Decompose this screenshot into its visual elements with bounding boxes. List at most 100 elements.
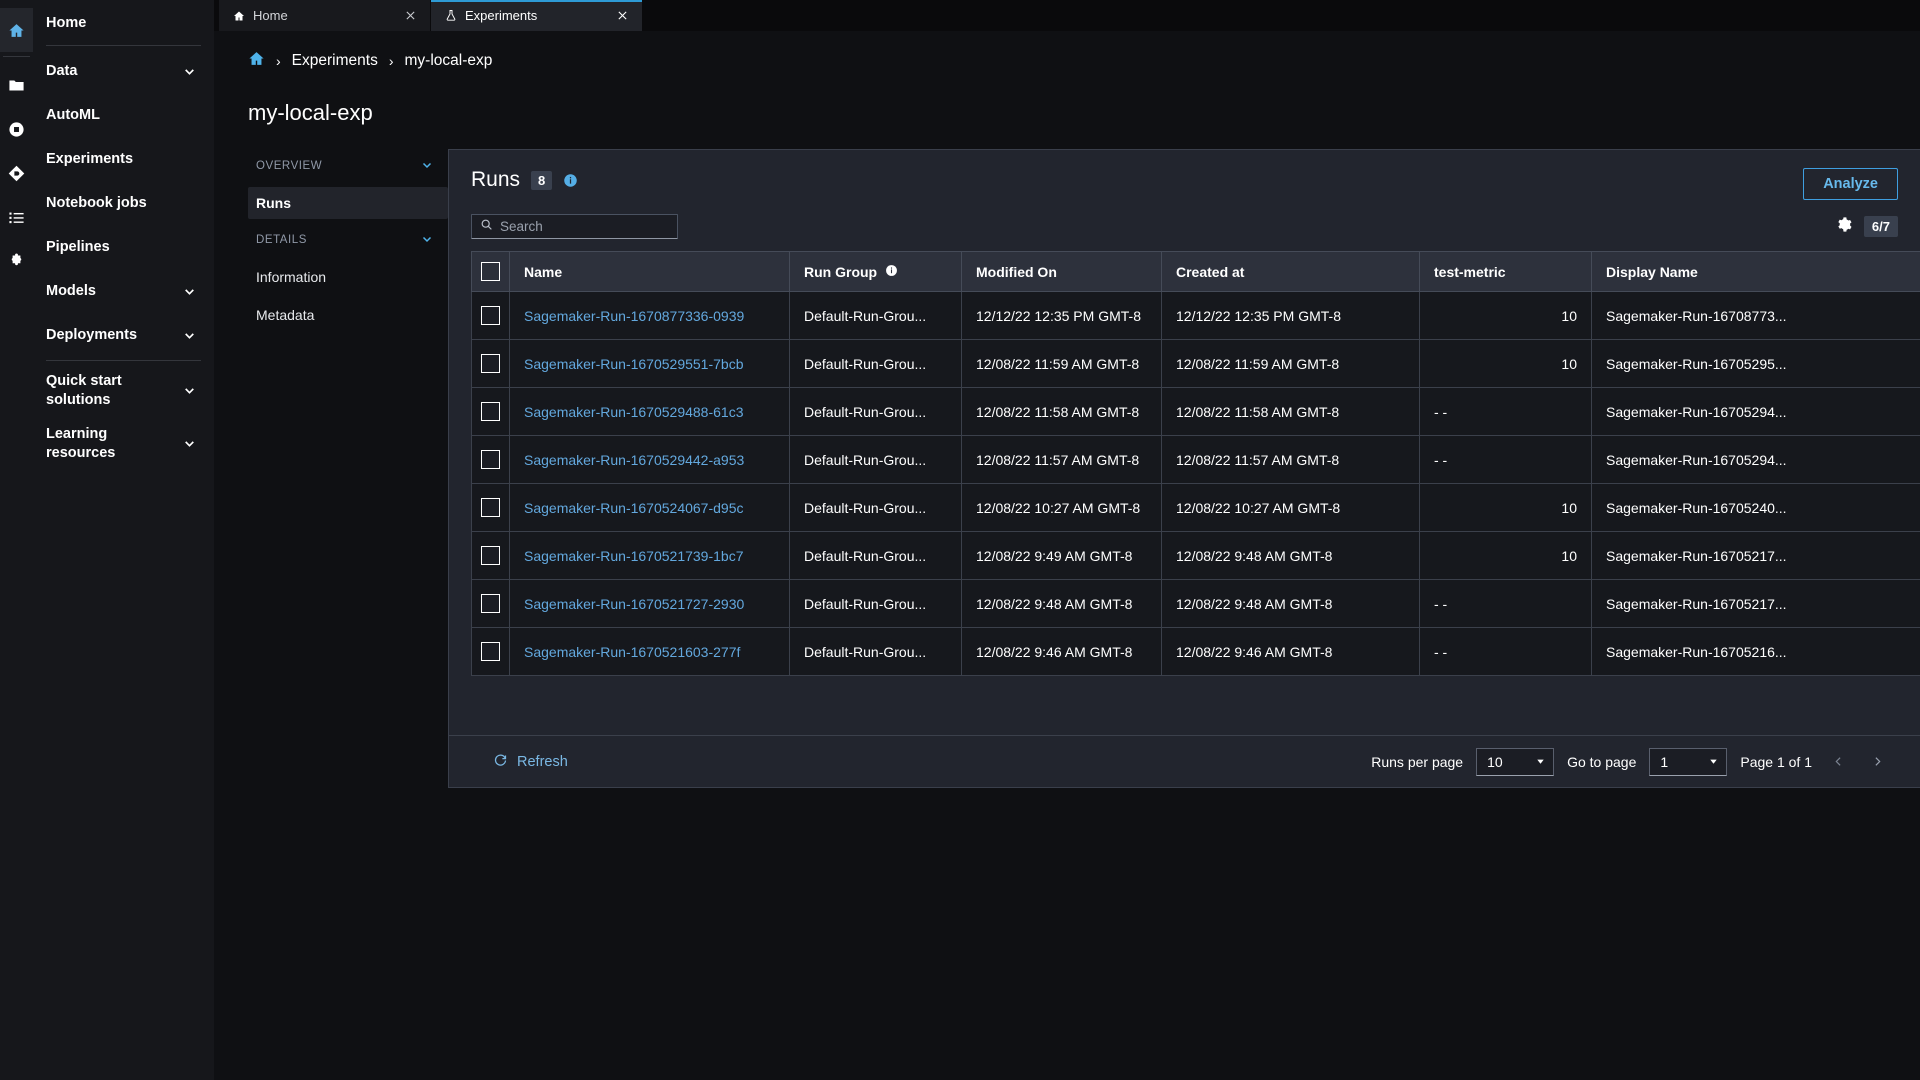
- subnav-section-label: DETAILS: [256, 234, 307, 246]
- row-checkbox[interactable]: [481, 402, 500, 421]
- sidebar-item-automl[interactable]: AutoML: [33, 93, 214, 137]
- table-row: Sagemaker-Run-1670529551-7bcb Default-Run…: [471, 339, 1920, 388]
- column-label: Modified On: [976, 263, 1057, 280]
- run-name-link[interactable]: Sagemaker-Run-1670524067-d95c: [524, 500, 743, 516]
- tab-label: Home: [253, 8, 288, 23]
- column-header-test-metric[interactable]: test-metric: [1419, 251, 1592, 292]
- next-page-button[interactable]: [1864, 749, 1890, 775]
- rail-home-icon[interactable]: [0, 8, 33, 52]
- run-name-link[interactable]: Sagemaker-Run-1670521727-2930: [524, 596, 744, 612]
- column-header-display-name[interactable]: Display Name: [1591, 251, 1920, 292]
- row-checkbox[interactable]: [481, 594, 500, 613]
- row-checkbox[interactable]: [481, 498, 500, 517]
- gear-icon[interactable]: [1835, 216, 1852, 238]
- page-body: › Experiments › my-local-exp my-local-ex…: [214, 31, 1920, 1080]
- cell-modified-on: 12/08/22 9:46 AM GMT-8: [961, 627, 1162, 676]
- info-icon[interactable]: [563, 173, 578, 188]
- analyze-button[interactable]: Analyze: [1803, 168, 1898, 200]
- row-select-cell: [471, 627, 510, 676]
- rail-folder-icon[interactable]: [0, 63, 33, 107]
- page-title: my-local-exp: [248, 100, 373, 125]
- column-header-name[interactable]: Name: [509, 251, 790, 292]
- run-name-link[interactable]: Sagemaker-Run-1670521739-1bc7: [524, 548, 743, 564]
- runs-title: Runs: [471, 168, 521, 191]
- home-icon: [233, 10, 245, 22]
- sidebar-item-label: Experiments: [46, 150, 134, 167]
- table-row: Sagemaker-Run-1670529488-61c3 Default-Run…: [471, 387, 1920, 436]
- chevron-down-icon: [183, 437, 196, 450]
- run-name-link[interactable]: Sagemaker-Run-1670529442-a953: [524, 452, 744, 468]
- row-checkbox[interactable]: [481, 450, 500, 469]
- breadcrumb-home-icon[interactable]: [248, 50, 265, 72]
- icon-rail: [0, 0, 33, 1080]
- run-name-link[interactable]: Sagemaker-Run-1670521603-277f: [524, 644, 740, 660]
- row-select-cell: [471, 291, 510, 340]
- close-icon[interactable]: [614, 8, 630, 24]
- rail-puzzle-icon[interactable]: [0, 239, 33, 283]
- search-icon: [480, 218, 493, 236]
- sidebar-divider-top: [46, 45, 201, 46]
- select-all-checkbox[interactable]: [481, 262, 500, 281]
- sidebar-item-label: Quick start solutions: [46, 373, 122, 408]
- column-header-created-at[interactable]: Created at: [1161, 251, 1420, 292]
- column-label: Run Group: [804, 263, 878, 280]
- cell-modified-on: 12/08/22 11:59 AM GMT-8: [961, 339, 1162, 388]
- breadcrumb-item-experiments[interactable]: Experiments: [292, 52, 378, 70]
- runs-table-wrap: Name Run Group Modified On Created at te…: [449, 251, 1920, 735]
- sidebar-item-pipelines[interactable]: Pipelines: [33, 225, 214, 269]
- cell-modified-on: 12/08/22 9:48 AM GMT-8: [961, 579, 1162, 628]
- tab-bar: Home Experiments: [214, 0, 1920, 31]
- pagination: Runs per page 10 Go to page 1 Page 1 of …: [1371, 747, 1920, 776]
- runs-per-page-select[interactable]: 10: [1476, 747, 1555, 776]
- run-name-link[interactable]: Sagemaker-Run-1670529488-61c3: [524, 404, 743, 420]
- subnav-section-overview[interactable]: OVERVIEW: [248, 151, 448, 181]
- subnav-item-information[interactable]: Information: [248, 261, 448, 293]
- close-icon[interactable]: [402, 8, 418, 24]
- column-header-modified-on[interactable]: Modified On: [961, 251, 1162, 292]
- info-icon[interactable]: [885, 264, 898, 280]
- page-status: Page 1 of 1: [1740, 753, 1812, 770]
- row-checkbox[interactable]: [481, 306, 500, 325]
- column-header-run-group[interactable]: Run Group: [789, 251, 962, 292]
- row-checkbox[interactable]: [481, 546, 500, 565]
- breadcrumb-separator: ›: [388, 53, 394, 69]
- cell-run-group: Default-Run-Grou...: [789, 579, 962, 628]
- cell-name: Sagemaker-Run-1670529442-a953: [509, 435, 790, 484]
- sidebar-item-label: Home: [46, 14, 87, 31]
- sidebar-item-learning-resources[interactable]: Learning resources: [33, 417, 214, 470]
- previous-page-button[interactable]: [1825, 749, 1851, 775]
- cell-run-group: Default-Run-Grou...: [789, 291, 962, 340]
- sidebar-item-label: Learning resources: [46, 426, 116, 461]
- tab-experiments[interactable]: Experiments: [431, 0, 643, 31]
- run-name-link[interactable]: Sagemaker-Run-1670529551-7bcb: [524, 356, 743, 372]
- go-to-page-select[interactable]: 1: [1649, 747, 1728, 776]
- cell-created-at: 12/08/22 9:48 AM GMT-8: [1161, 579, 1420, 628]
- subnav-section-details[interactable]: DETAILS: [248, 225, 448, 255]
- search-input[interactable]: [500, 219, 677, 234]
- subnav-item-metadata[interactable]: Metadata: [248, 299, 448, 331]
- refresh-button[interactable]: Refresh: [471, 752, 568, 771]
- sidebar-item-quick-start-solutions[interactable]: Quick start solutions: [33, 364, 214, 417]
- rail-list-icon[interactable]: [0, 195, 33, 239]
- tab-home[interactable]: Home: [219, 0, 431, 31]
- sidebar-item-models[interactable]: Models: [33, 269, 214, 313]
- search-box[interactable]: [471, 214, 678, 239]
- sidebar-item-label: Notebook jobs: [46, 194, 147, 211]
- row-select-cell: [471, 435, 510, 484]
- sidebar-item-deployments[interactable]: Deployments: [33, 313, 214, 357]
- table-footer: Refresh Runs per page 10 Go to page 1 Pa…: [449, 735, 1920, 787]
- run-name-link[interactable]: Sagemaker-Run-1670877336-0939: [524, 308, 744, 324]
- cell-name: Sagemaker-Run-1670529551-7bcb: [509, 339, 790, 388]
- select-all-header: [471, 251, 510, 292]
- sidebar-item-home[interactable]: Home: [33, 0, 214, 42]
- sidebar-item-data[interactable]: Data: [33, 49, 214, 93]
- sidebar-item-notebook-jobs[interactable]: Notebook jobs: [33, 181, 214, 225]
- sidebar-item-experiments[interactable]: Experiments: [33, 137, 214, 181]
- row-checkbox[interactable]: [481, 642, 500, 661]
- row-checkbox[interactable]: [481, 354, 500, 373]
- sidebar-item-label: Models: [46, 282, 96, 299]
- cell-test-metric: - -: [1419, 387, 1592, 436]
- rail-stop-circle-icon[interactable]: [0, 107, 33, 151]
- subnav-item-runs[interactable]: Runs: [248, 187, 448, 219]
- rail-git-icon[interactable]: [0, 151, 33, 195]
